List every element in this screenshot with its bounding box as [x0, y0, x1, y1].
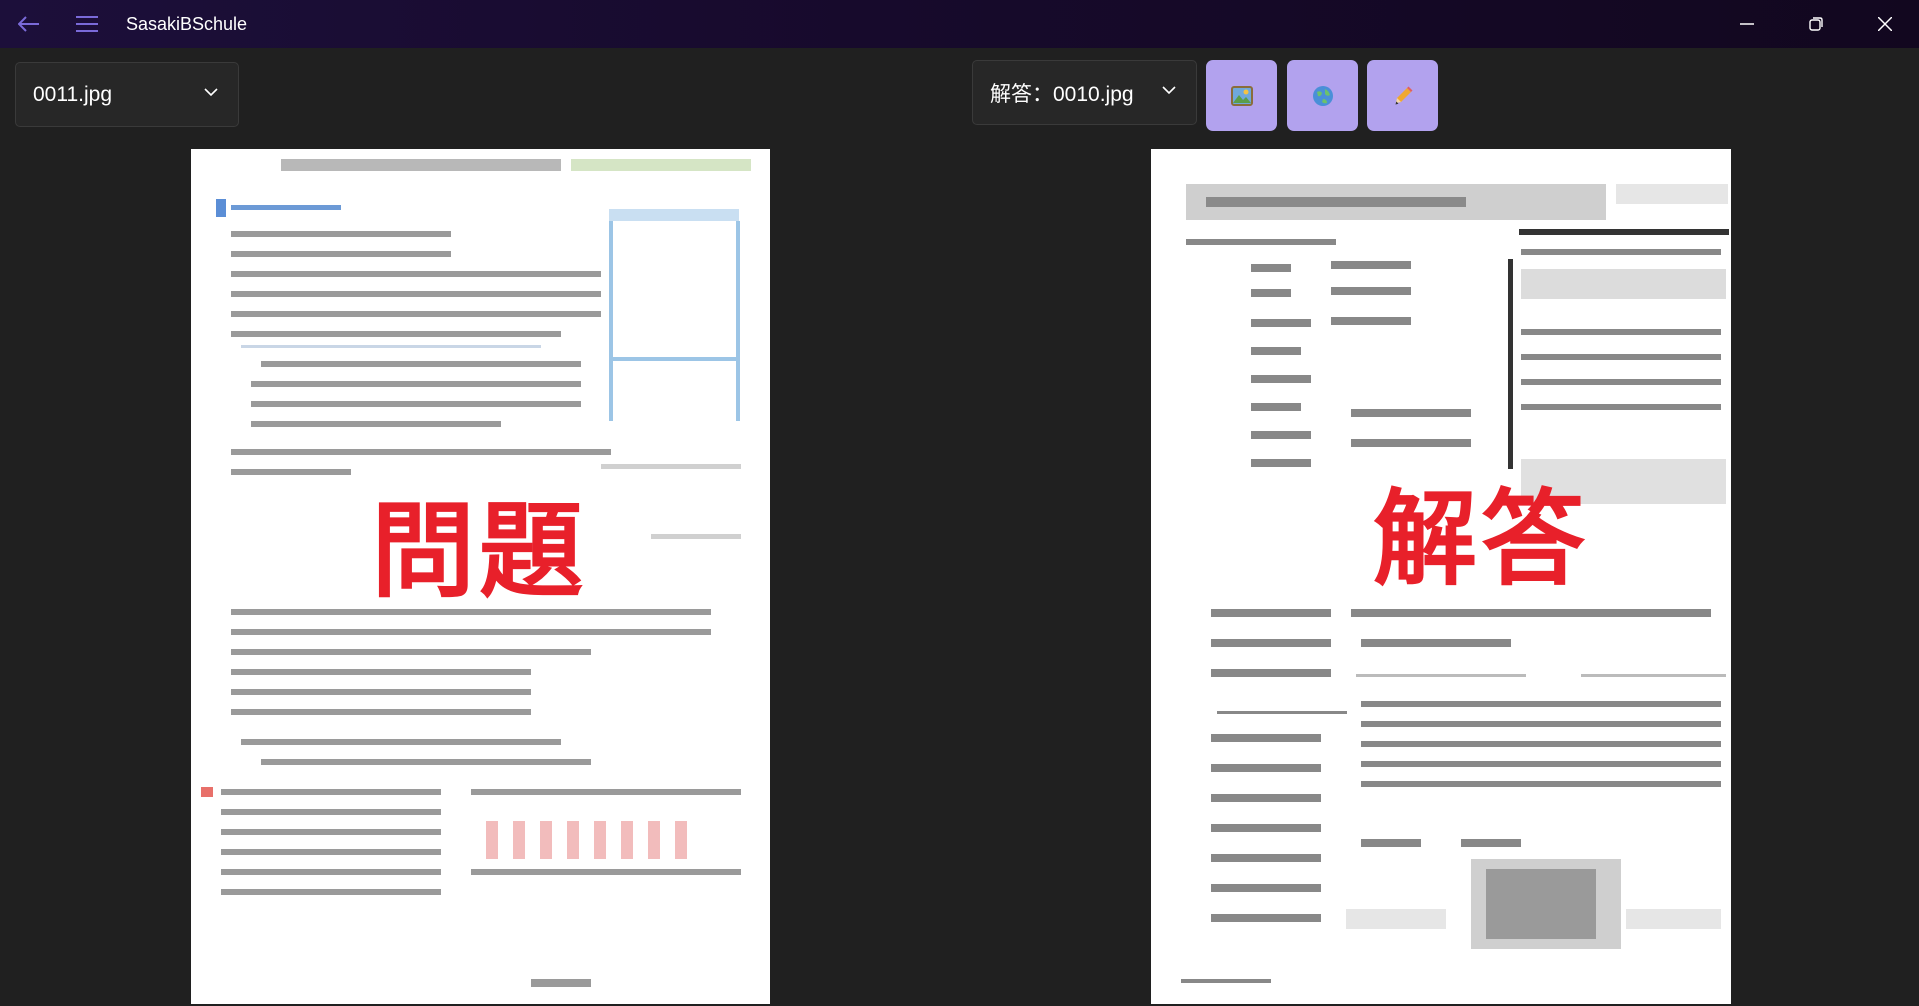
title-bar: SasakiBSchule	[0, 0, 1919, 48]
back-button[interactable]	[0, 0, 58, 48]
globe-button[interactable]	[1287, 60, 1358, 131]
back-arrow-icon	[18, 16, 39, 32]
minimize-icon	[1739, 23, 1754, 25]
picture-icon	[1230, 85, 1253, 106]
problem-file-value: 0011.jpg	[33, 82, 113, 106]
globe-icon	[1312, 85, 1333, 106]
answer-file-select[interactable]: 解答：0010.jpg	[972, 60, 1197, 125]
answer-file-value: 解答：0010.jpg	[990, 82, 1134, 106]
maximize-button[interactable]	[1781, 0, 1850, 48]
problem-page-image: 問題	[191, 149, 770, 1004]
close-button[interactable]	[1850, 0, 1919, 48]
menu-button[interactable]	[58, 0, 116, 48]
edit-button[interactable]	[1367, 60, 1438, 131]
problem-label: 問題	[371, 490, 588, 612]
app-title: SasakiBSchule	[126, 13, 248, 34]
hamburger-menu-icon	[76, 16, 98, 32]
restore-icon	[1808, 17, 1823, 31]
answer-label: 解答	[1373, 478, 1590, 600]
chevron-down-icon	[1162, 86, 1176, 95]
pencil-icon	[1395, 86, 1412, 104]
chevron-down-icon	[204, 88, 218, 97]
close-icon	[1877, 17, 1892, 31]
window-controls	[1712, 0, 1919, 48]
minimize-button[interactable]	[1712, 0, 1781, 48]
problem-file-select[interactable]: 0011.jpg	[15, 62, 239, 127]
answer-page-image: 解答	[1151, 149, 1731, 1004]
image-button[interactable]	[1206, 60, 1277, 131]
